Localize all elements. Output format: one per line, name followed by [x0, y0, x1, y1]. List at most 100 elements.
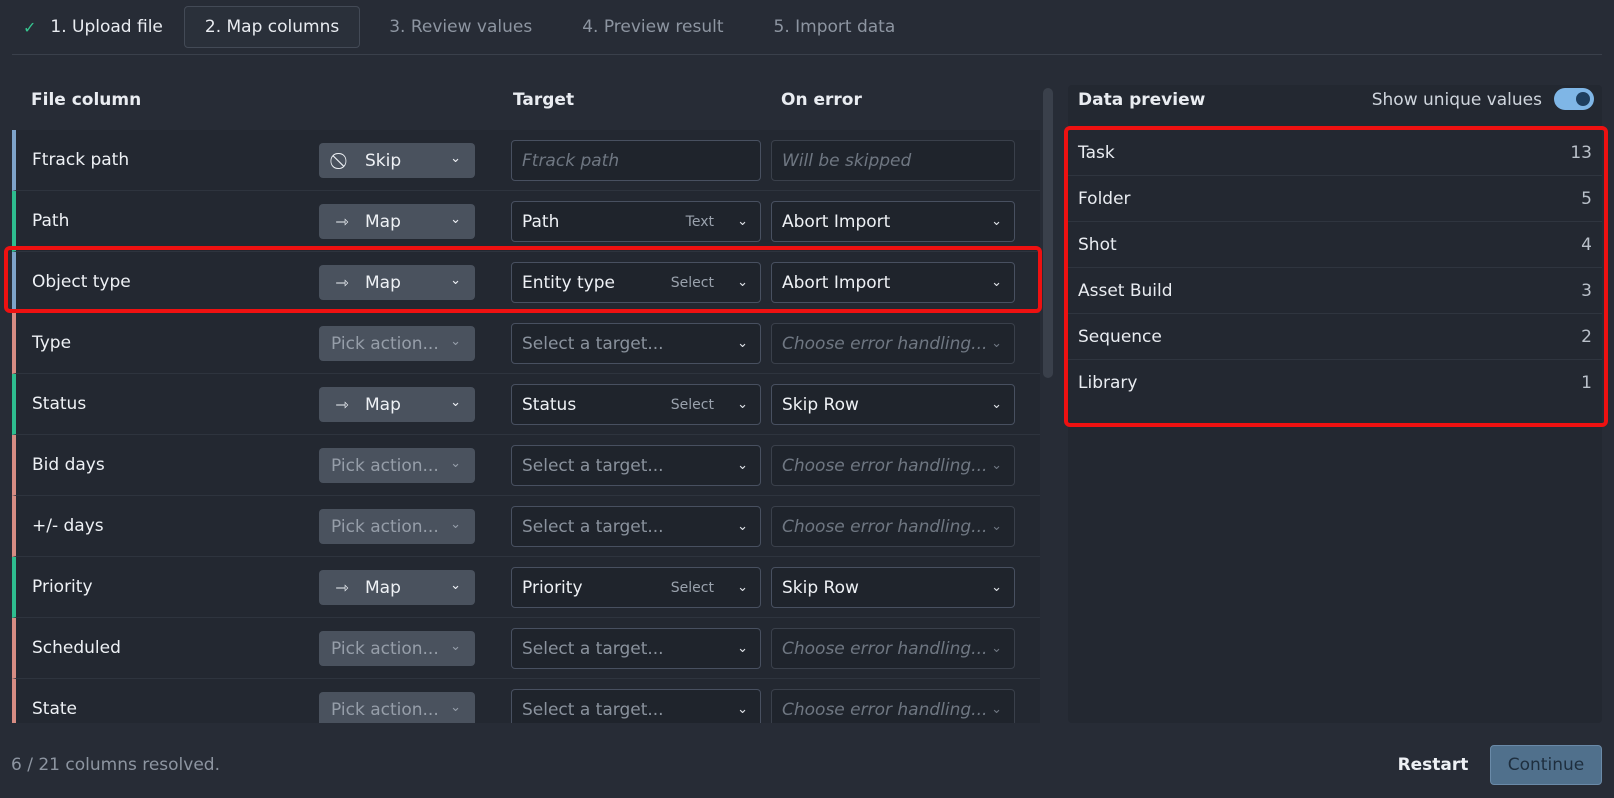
target-value: Select a target... — [522, 638, 664, 659]
target-select[interactable]: Select a target... ⌄ — [511, 506, 761, 547]
target-value: Select a target... — [522, 699, 664, 720]
target-select[interactable]: Ftrack path — [511, 140, 761, 181]
error-handling-select[interactable]: Choose error handling... ⌄ — [771, 445, 1015, 486]
chevron-down-icon: ⌄ — [450, 334, 461, 349]
action-select[interactable]: Pick action... ⌄ — [319, 326, 475, 361]
chevron-down-icon: ⌄ — [991, 580, 1002, 595]
chevron-down-icon: ⌄ — [991, 458, 1002, 473]
target-select[interactable]: Select a target... ⌄ — [511, 628, 761, 669]
target-type-tag: Select — [670, 580, 714, 596]
unique-values-label: Show unique values — [1371, 90, 1542, 110]
preview-title: Data preview — [1078, 90, 1206, 110]
skip-icon: ⃠ — [331, 151, 353, 171]
file-column-name: Status — [32, 394, 87, 414]
mapping-row: +/- days Pick action... ⌄ Select a targe… — [12, 496, 1040, 557]
error-handling-select[interactable]: Skip Row ⌄ — [771, 384, 1015, 425]
error-handling-select[interactable]: Choose error handling... ⌄ — [771, 323, 1015, 364]
step-label: 4. Preview result — [582, 17, 724, 37]
error-value: Skip Row — [782, 394, 859, 415]
step-label: 5. Import data — [773, 17, 896, 37]
checkmark-icon: ✓ — [23, 17, 37, 37]
target-value: Select a target... — [522, 455, 664, 476]
action-select[interactable]: Pick action... ⌄ — [319, 692, 475, 723]
step-label: 3. Review values — [389, 17, 533, 37]
unique-values-toggle[interactable] — [1554, 88, 1594, 110]
step-preview-result[interactable]: 4. Preview result — [561, 6, 744, 48]
chevron-down-icon: ⌄ — [991, 519, 1002, 534]
mapping-row: State Pick action... ⌄ Select a target..… — [12, 679, 1040, 723]
step-upload-file[interactable]: ✓ 1. Upload file — [12, 6, 184, 48]
file-column-name: State — [32, 699, 77, 719]
error-value: Abort Import — [782, 211, 891, 232]
error-value: Choose error handling... — [782, 638, 988, 659]
chevron-down-icon: ⌄ — [991, 641, 1002, 656]
target-select[interactable]: Select a target... ⌄ — [511, 323, 761, 364]
chevron-down-icon: ⌄ — [737, 458, 748, 473]
action-label: Pick action... — [331, 333, 439, 354]
mapping-row: Path ⇾ Map ⌄ Path Text ⌄ Abort Import ⌄ — [12, 191, 1040, 252]
action-select[interactable]: ⇾ Map ⌄ — [319, 204, 475, 239]
file-column-name: Ftrack path — [32, 150, 130, 170]
action-label: Map — [365, 577, 401, 598]
step-map-columns[interactable]: 2. Map columns — [183, 6, 361, 48]
mapping-row: Priority ⇾ Map ⌄ Priority Select ⌄ Skip … — [12, 557, 1040, 618]
mapping-row: Scheduled Pick action... ⌄ Select a targ… — [12, 618, 1040, 679]
error-value: Choose error handling... — [782, 333, 988, 354]
error-handling-select[interactable]: Choose error handling... ⌄ — [771, 689, 1015, 723]
action-select[interactable]: Pick action... ⌄ — [319, 631, 475, 666]
chevron-down-icon: ⌄ — [450, 700, 461, 715]
column-mapping-panel: File column Target On error Ftrack path … — [12, 85, 1042, 723]
error-handling-select[interactable]: Skip Row ⌄ — [771, 567, 1015, 608]
error-handling-select[interactable]: Choose error handling... ⌄ — [771, 628, 1015, 669]
step-label: 1. Upload file — [50, 17, 163, 37]
target-value: Select a target... — [522, 516, 664, 537]
restart-button[interactable]: Restart — [1392, 746, 1474, 784]
action-select[interactable]: Pick action... ⌄ — [319, 448, 475, 483]
error-handling-select[interactable]: Abort Import ⌄ — [771, 201, 1015, 242]
error-handling-select[interactable]: Choose error handling... ⌄ — [771, 506, 1015, 547]
action-select[interactable]: ⇾ Map ⌄ — [319, 570, 475, 605]
chevron-down-icon: ⌄ — [737, 397, 748, 412]
map-arrow-icon: ⇾ — [335, 212, 349, 231]
stepper: ✓ 1. Upload file 2. Map columns 3. Revie… — [12, 0, 1602, 55]
chevron-down-icon: ⌄ — [450, 151, 461, 166]
target-select[interactable]: Select a target... ⌄ — [511, 689, 761, 723]
mapping-rows: Ftrack path ⃠ Skip ⌄ Ftrack path Will be… — [12, 130, 1040, 723]
action-label: Pick action... — [331, 699, 439, 720]
mapping-row: Ftrack path ⃠ Skip ⌄ Ftrack path Will be… — [12, 130, 1040, 191]
target-select[interactable]: Path Text ⌄ — [511, 201, 761, 242]
action-label: Pick action... — [331, 638, 439, 659]
chevron-down-icon: ⌄ — [450, 639, 461, 654]
mapping-row: Status ⇾ Map ⌄ Status Select ⌄ Skip Row … — [12, 374, 1040, 435]
file-column-name: Type — [32, 333, 72, 353]
step-import-data[interactable]: 5. Import data — [753, 6, 917, 48]
continue-button[interactable]: Continue — [1490, 745, 1602, 785]
action-select[interactable]: Pick action... ⌄ — [319, 509, 475, 544]
error-handling-select[interactable]: Will be skipped — [771, 140, 1015, 181]
target-select[interactable]: Status Select ⌄ — [511, 384, 761, 425]
target-select[interactable]: Priority Select ⌄ — [511, 567, 761, 608]
target-value: Select a target... — [522, 333, 664, 354]
chevron-down-icon: ⌄ — [737, 519, 748, 534]
action-select[interactable]: ⃠ Skip ⌄ — [319, 143, 475, 178]
chevron-down-icon: ⌄ — [737, 702, 748, 717]
map-arrow-icon: ⇾ — [335, 395, 349, 414]
chevron-down-icon: ⌄ — [737, 336, 748, 351]
target-type-tag: Select — [670, 397, 714, 413]
action-label: Map — [365, 394, 401, 415]
action-label: Skip — [365, 150, 402, 171]
file-column-name: +/- days — [32, 516, 104, 536]
chevron-down-icon: ⌄ — [991, 336, 1002, 351]
chevron-down-icon: ⌄ — [450, 395, 461, 410]
highlight-box — [4, 246, 1042, 313]
chevron-down-icon: ⌄ — [737, 214, 748, 229]
target-select[interactable]: Select a target... ⌄ — [511, 445, 761, 486]
step-review-values[interactable]: 3. Review values — [368, 6, 553, 48]
action-label: Pick action... — [331, 516, 439, 537]
action-select[interactable]: ⇾ Map ⌄ — [319, 387, 475, 422]
step-label: 2. Map columns — [204, 17, 340, 37]
error-value: Choose error handling... — [782, 699, 988, 720]
file-column-name: Scheduled — [32, 638, 121, 658]
file-column-name: Priority — [32, 577, 93, 597]
mapping-scrollbar[interactable] — [1043, 88, 1053, 378]
